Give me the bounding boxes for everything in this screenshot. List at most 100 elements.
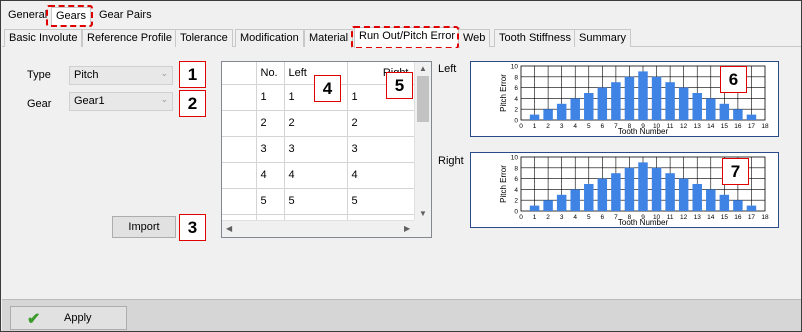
x-tick-label: 6	[601, 123, 605, 130]
row-selector[interactable]	[222, 136, 257, 163]
gear-select[interactable]: Gear1 ⌄	[69, 92, 173, 111]
type-select[interactable]: Pitch ⌄	[69, 66, 173, 85]
x-tick-label: 0	[519, 123, 523, 130]
annotation-3: 3	[179, 214, 206, 241]
cell-no[interactable]: 2	[256, 110, 285, 137]
import-button[interactable]: Import	[112, 216, 176, 238]
x-tick-label: 5	[587, 214, 591, 221]
tab-run-out-pitch-error[interactable]: Run Out/Pitch Error	[354, 27, 460, 48]
bar	[570, 98, 580, 120]
tab-general[interactable]: General	[4, 7, 51, 25]
bar	[543, 109, 553, 120]
table-row: 2 2 2	[222, 110, 416, 137]
scroll-up-icon[interactable]: ▲	[419, 64, 427, 73]
row-selector[interactable]	[222, 84, 257, 111]
tab-material[interactable]: Material	[304, 29, 354, 47]
cell-right[interactable]: 5	[347, 188, 416, 215]
tab-basic-involute[interactable]: Basic Involute	[4, 29, 83, 47]
right-chart-label: Right	[438, 155, 464, 167]
bar	[746, 114, 757, 120]
scroll-right-icon[interactable]: ▶	[404, 224, 410, 233]
bar	[651, 76, 662, 120]
left-chart-label: Left	[438, 63, 457, 75]
gear-select-value: Gear1	[74, 95, 105, 107]
bar	[665, 82, 675, 120]
x-tick-label: 15	[721, 214, 729, 221]
cell-left[interactable]: 3	[284, 136, 348, 163]
x-tick-label: 18	[761, 214, 769, 221]
bar	[611, 173, 621, 211]
tab-gear-pairs[interactable]: Gear Pairs	[95, 7, 156, 25]
bar	[665, 173, 675, 211]
bar	[638, 162, 648, 211]
x-axis-label: Tooth Number	[618, 127, 669, 136]
bar	[719, 194, 730, 211]
gear-label: Gear	[27, 98, 52, 110]
x-tick-label: 17	[748, 214, 756, 221]
bar	[733, 109, 743, 120]
bar	[611, 82, 621, 120]
x-tick-label: 2	[546, 123, 550, 130]
tab-modification[interactable]: Modification	[235, 29, 304, 47]
bar	[651, 167, 662, 211]
x-tick-label: 18	[761, 123, 769, 130]
x-tick-label: 4	[573, 123, 577, 130]
bar	[529, 114, 540, 120]
cell-left[interactable]: 4	[284, 162, 348, 189]
chevron-down-icon: ⌄	[160, 94, 168, 104]
bar	[746, 205, 757, 211]
cell-right[interactable]: 4	[347, 162, 416, 189]
tab-reference-profile[interactable]: Reference Profile	[82, 29, 177, 47]
tab-summary[interactable]: Summary	[574, 29, 632, 47]
bar	[597, 87, 608, 120]
bar	[584, 93, 594, 120]
y-tick-label: 2	[514, 107, 518, 114]
tab-gears[interactable]: Gears	[51, 7, 91, 25]
top-tab-bar: General Gears Gear Pairs	[2, 3, 801, 25]
cell-right[interactable]: 3	[347, 136, 416, 163]
scroll-down-icon[interactable]: ▼	[419, 209, 427, 218]
x-tick-label: 14	[707, 123, 715, 130]
bar	[692, 184, 702, 211]
scrollbar-thumb[interactable]	[417, 76, 429, 122]
bar	[624, 167, 635, 211]
x-tick-label: 0	[519, 214, 523, 221]
y-tick-label: 10	[511, 64, 519, 71]
table-vertical-scrollbar[interactable]: ▲ ▼	[414, 62, 431, 221]
column-header-no[interactable]: No.	[256, 62, 285, 85]
table-row: 4 4 4	[222, 162, 416, 189]
y-tick-label: 10	[511, 155, 519, 162]
y-tick-label: 0	[514, 118, 518, 125]
scroll-left-icon[interactable]: ◀	[226, 224, 232, 233]
bar	[556, 103, 567, 120]
table-row: 5 5 5	[222, 188, 416, 215]
x-axis-label: Tooth Number	[618, 218, 669, 227]
app-window: General Gears Gear Pairs Basic Involute …	[0, 0, 802, 332]
bar	[638, 71, 648, 120]
cell-no[interactable]: 1	[256, 84, 285, 111]
apply-button[interactable]: ✔ Apply	[10, 306, 127, 330]
cell-no[interactable]: 3	[256, 136, 285, 163]
row-selector[interactable]	[222, 162, 257, 189]
x-tick-label: 12	[680, 214, 688, 221]
cell-left[interactable]: 2	[284, 110, 348, 137]
row-selector[interactable]	[222, 110, 257, 137]
pitch-error-panel: Type Pitch ⌄ 1 Gear Gear1 ⌄ 2 Import 3 N…	[2, 48, 801, 298]
tab-tolerance[interactable]: Tolerance	[175, 29, 233, 47]
tab-tooth-stiffness[interactable]: Tooth Stiffness	[494, 29, 576, 47]
cell-right[interactable]: 2	[347, 110, 416, 137]
y-tick-label: 6	[514, 85, 518, 92]
cell-no[interactable]: 4	[256, 162, 285, 189]
row-selector[interactable]	[222, 188, 257, 215]
x-tick-label: 3	[560, 214, 564, 221]
table-horizontal-scrollbar[interactable]: ◀ ▶	[222, 220, 416, 237]
y-axis-label: Pitch Error	[499, 165, 508, 203]
checkmark-icon: ✔	[27, 311, 41, 328]
cell-left[interactable]: 5	[284, 188, 348, 215]
bar	[719, 103, 730, 120]
apply-button-label: Apply	[64, 312, 92, 324]
tab-web[interactable]: Web	[458, 29, 491, 47]
x-tick-label: 14	[707, 214, 715, 221]
bar	[706, 189, 716, 211]
cell-no[interactable]: 5	[256, 188, 285, 215]
